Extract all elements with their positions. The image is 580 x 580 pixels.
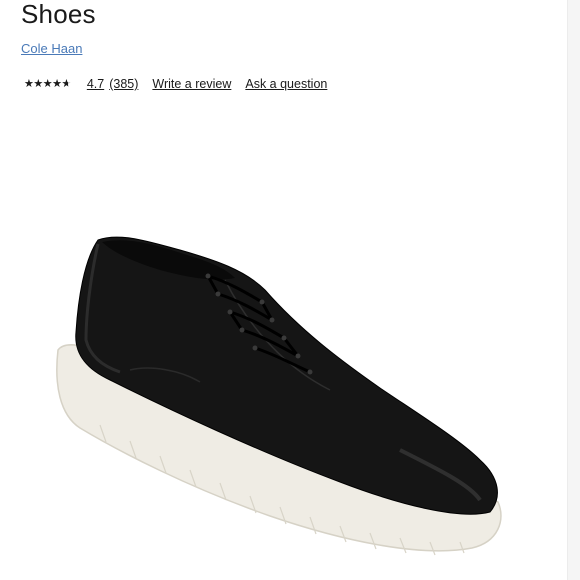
rating-value-link[interactable]: 4.7 — [87, 77, 104, 91]
scrollbar[interactable] — [567, 0, 580, 580]
shoe-illustration — [56, 236, 502, 556]
review-count-link[interactable]: (385) — [109, 77, 138, 91]
product-page: Shoes Cole Haan ★★★★★ ★★★★★ 4.7 (385) Wr… — [0, 0, 580, 580]
rating-row: ★★★★★ ★★★★★ 4.7 (385) Write a review Ask… — [24, 77, 327, 91]
brand-link[interactable]: Cole Haan — [21, 41, 82, 56]
product-title: Shoes — [21, 0, 96, 29]
product-image[interactable] — [40, 220, 520, 580]
ask-question-link[interactable]: Ask a question — [245, 77, 327, 91]
star-rating-icon[interactable]: ★★★★★ ★★★★★ — [24, 78, 71, 90]
write-review-link[interactable]: Write a review — [152, 77, 231, 91]
